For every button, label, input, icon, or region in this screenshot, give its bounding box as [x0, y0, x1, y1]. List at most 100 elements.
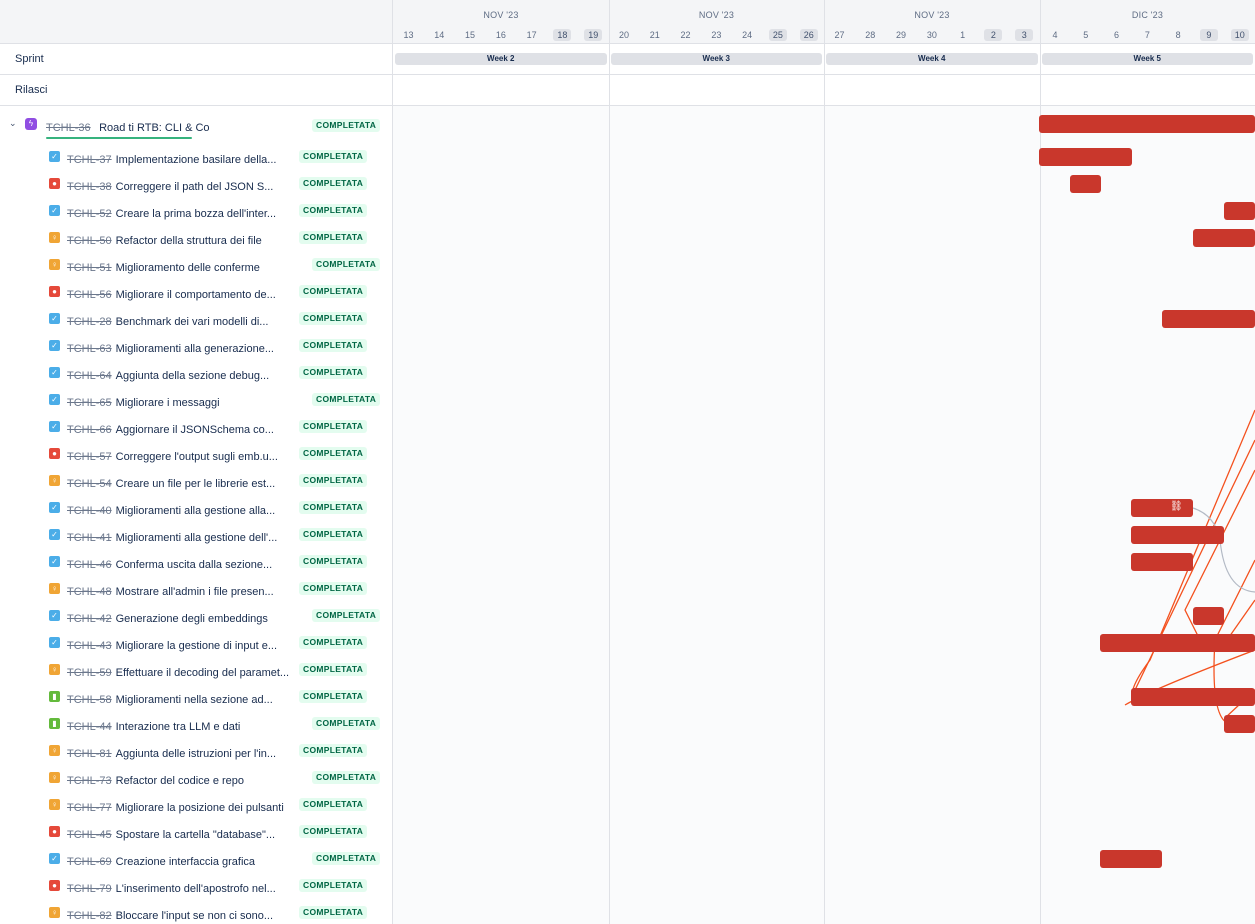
status-badge[interactable]: COMPLETATA [299, 663, 368, 676]
list-item[interactable]: ✓ TCHL-69 Creazione interfaccia grafica COM… [0, 845, 392, 872]
gantt-bar[interactable] [1193, 606, 1224, 625]
sprint-pill[interactable]: Week 5 [1041, 53, 1253, 65]
issue-summary[interactable]: Interazione tra LLM e dati [116, 721, 241, 733]
panel-divider[interactable] [392, 0, 393, 924]
issue-summary[interactable]: Refactor della struttura dei file [116, 235, 262, 247]
issue-key[interactable]: TCHL-81 [67, 748, 112, 760]
gantt-bar[interactable] [1131, 687, 1255, 706]
list-item[interactable]: ♀ TCHL-59 Effettuare il decoding del param… [0, 656, 392, 683]
list-item[interactable]: ● TCHL-79 L'inserimento dell'apostrofo nel… [0, 872, 392, 899]
issue-summary[interactable]: Miglioramenti alla gestione alla... [116, 505, 276, 517]
status-badge[interactable]: COMPLETATA [299, 501, 368, 514]
status-badge[interactable]: COMPLETATA [299, 339, 368, 352]
issue-key[interactable]: TCHL-45 [67, 829, 112, 841]
status-badge[interactable]: COMPLETATA [299, 420, 368, 433]
list-item[interactable]: ● TCHL-57 Correggere l'output sugli emb.u.… [0, 440, 392, 467]
status-badge[interactable]: COMPLETATA [299, 285, 368, 298]
status-badge[interactable]: COMPLETATA [299, 150, 368, 163]
gantt-bar[interactable] [1224, 201, 1255, 220]
issue-summary[interactable]: Conferma uscita dalla sezione... [116, 559, 273, 571]
status-badge[interactable]: COMPLETATA [299, 231, 368, 244]
status-badge[interactable]: COMPLETATA [299, 636, 368, 649]
list-item[interactable]: ● TCHL-45 Spostare la cartella "database".… [0, 818, 392, 845]
list-item[interactable]: ✓ TCHL-40 Miglioramenti alla gestione alla… [0, 494, 392, 521]
issue-key[interactable]: TCHL-73 [67, 775, 112, 787]
issue-key[interactable]: TCHL-42 [67, 613, 112, 625]
gantt-bar[interactable] [1131, 498, 1193, 517]
issue-key[interactable]: TCHL-41 [67, 532, 112, 544]
list-item[interactable]: ✓ TCHL-28 Benchmark dei vari modelli di...… [0, 305, 392, 332]
status-badge[interactable]: COMPLETATA [299, 204, 368, 217]
gantt-bar[interactable] [1039, 115, 1255, 133]
list-item[interactable]: ▮ TCHL-44 Interazione tra LLM e dati COMPLE… [0, 710, 392, 737]
issue-summary[interactable]: Migliorare la posizione dei pulsanti [116, 802, 284, 814]
list-item[interactable]: ✓ TCHL-64 Aggiunta della sezione debug... C… [0, 359, 392, 386]
issue-summary[interactable]: Creare la prima bozza dell'inter... [116, 208, 276, 220]
status-badge[interactable]: COMPLETATA [312, 717, 381, 730]
status-badge[interactable]: COMPLETATA [299, 366, 368, 379]
gantt-bar[interactable] [1162, 309, 1255, 328]
issue-summary[interactable]: Mostrare all'admin i file presen... [116, 586, 274, 598]
issue-summary[interactable]: Refactor del codice e repo [116, 775, 244, 787]
epic-row[interactable]: ⌄ ϟ TCHL-36 Road ti RTB: CLI & Co COMPLE… [0, 106, 392, 142]
list-item[interactable]: ♀ TCHL-50 Refactor della struttura dei fil… [0, 224, 392, 251]
chevron-down-icon[interactable]: ⌄ [9, 118, 17, 129]
list-item[interactable]: ✓ TCHL-41 Miglioramenti alla gestione dell… [0, 521, 392, 548]
issue-summary[interactable]: Creazione interfaccia grafica [116, 856, 255, 868]
issue-summary[interactable]: Miglioramenti alla gestione dell'... [116, 532, 278, 544]
issue-key[interactable]: TCHL-52 [67, 208, 112, 220]
status-badge[interactable]: COMPLETATA [312, 852, 381, 865]
issue-key[interactable]: TCHL-66 [67, 424, 112, 436]
issue-key[interactable]: TCHL-57 [67, 451, 112, 463]
gantt-bar[interactable] [1039, 147, 1132, 166]
sprint-pill[interactable]: Week 3 [610, 53, 822, 65]
epic-key[interactable]: TCHL-36 [46, 122, 91, 134]
issue-summary[interactable]: Spostare la cartella "database"... [116, 829, 275, 841]
issue-summary[interactable]: Effettuare il decoding del paramet... [116, 667, 289, 679]
issue-key[interactable]: TCHL-51 [67, 262, 112, 274]
issue-summary[interactable]: Miglioramenti nella sezione ad... [116, 694, 273, 706]
status-badge[interactable]: COMPLETATA [299, 744, 368, 757]
sprint-pill[interactable]: Week 2 [395, 53, 607, 65]
issue-key[interactable]: TCHL-82 [67, 910, 112, 922]
epic-summary[interactable]: Road ti RTB: CLI & Co [99, 122, 209, 134]
list-item[interactable]: ● TCHL-56 Migliorare il comportamento de..… [0, 278, 392, 305]
issue-key[interactable]: TCHL-56 [67, 289, 112, 301]
issue-key[interactable]: TCHL-43 [67, 640, 112, 652]
issue-key[interactable]: TCHL-77 [67, 802, 112, 814]
issue-key[interactable]: TCHL-65 [67, 397, 112, 409]
list-item[interactable]: ♀ TCHL-51 Miglioramento delle conferme COMP… [0, 251, 392, 278]
status-badge[interactable]: COMPLETATA [299, 528, 368, 541]
status-badge[interactable]: COMPLETATA [312, 771, 381, 784]
issue-summary[interactable]: Benchmark dei vari modelli di... [116, 316, 269, 328]
status-badge[interactable]: COMPLETATA [299, 177, 368, 190]
status-badge[interactable]: COMPLETATA [299, 312, 368, 325]
issue-summary[interactable]: Miglioramento delle conferme [116, 262, 260, 274]
issue-summary[interactable]: Generazione degli embeddings [116, 613, 268, 625]
issue-summary[interactable]: Aggiornare il JSONSchema co... [116, 424, 274, 436]
issue-key[interactable]: TCHL-69 [67, 856, 112, 868]
issue-summary[interactable]: Bloccare l'input se non ci sono... [116, 910, 273, 922]
status-badge[interactable]: COMPLETATA [299, 555, 368, 568]
status-badge[interactable]: COMPLETATA [299, 447, 368, 460]
issue-key[interactable]: TCHL-38 [67, 181, 112, 193]
issue-key[interactable]: TCHL-28 [67, 316, 112, 328]
issue-key[interactable]: TCHL-79 [67, 883, 112, 895]
gantt-bar[interactable] [1224, 714, 1255, 733]
issue-summary[interactable]: Miglioramenti alla generazione... [116, 343, 274, 355]
issue-summary[interactable]: Migliorare il comportamento de... [116, 289, 276, 301]
issue-summary[interactable]: Migliorare la gestione di input e... [116, 640, 277, 652]
list-item[interactable]: ● TCHL-38 Correggere il path del JSON S...… [0, 170, 392, 197]
sprint-pill[interactable]: Week 4 [826, 53, 1038, 65]
status-badge[interactable]: COMPLETATA [299, 798, 368, 811]
list-item[interactable]: ♀ TCHL-82 Bloccare l'input se non ci sono.… [0, 899, 392, 924]
link-icon[interactable]: ⛓ [1170, 501, 1183, 512]
list-item[interactable]: ✓ TCHL-46 Conferma uscita dalla sezione...… [0, 548, 392, 575]
issue-summary[interactable]: L'inserimento dell'apostrofo nel... [116, 883, 276, 895]
status-badge[interactable]: COMPLETATA [312, 119, 381, 132]
issue-key[interactable]: TCHL-37 [67, 154, 112, 166]
list-item[interactable]: ✓ TCHL-43 Migliorare la gestione di input … [0, 629, 392, 656]
issue-key[interactable]: TCHL-46 [67, 559, 112, 571]
issue-key[interactable]: TCHL-63 [67, 343, 112, 355]
status-badge[interactable]: COMPLETATA [312, 609, 381, 622]
